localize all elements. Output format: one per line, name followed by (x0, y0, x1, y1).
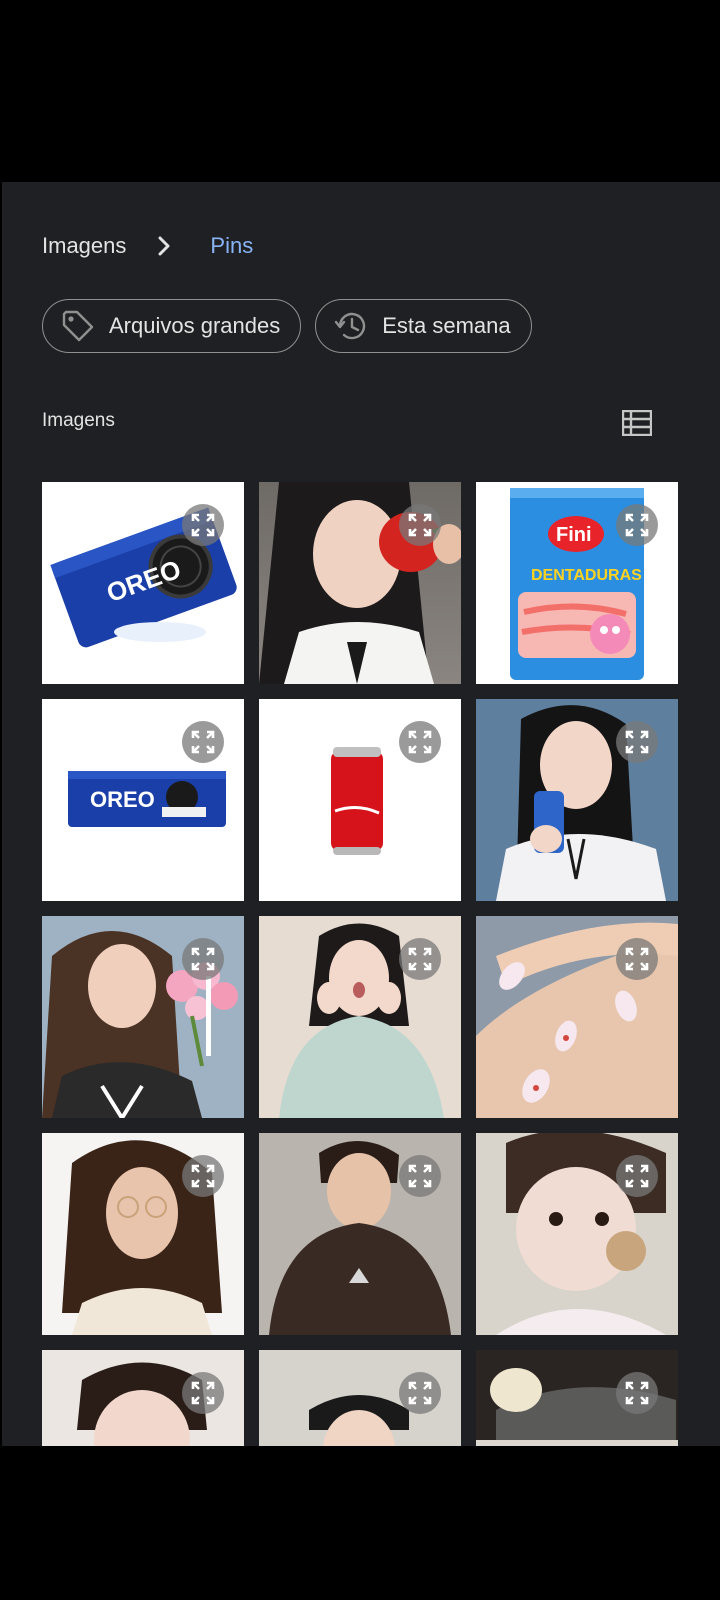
expand-icon[interactable] (616, 504, 658, 546)
list-view-icon[interactable] (620, 406, 654, 440)
image-tile[interactable] (476, 916, 678, 1118)
expand-icon[interactable] (182, 721, 224, 763)
expand-icon[interactable] (182, 1372, 224, 1414)
filter-chips: Arquivos grandes Esta semana (42, 299, 532, 353)
expand-icon[interactable] (399, 1372, 441, 1414)
breadcrumb-root[interactable]: Imagens (42, 233, 126, 259)
expand-icon[interactable] (399, 504, 441, 546)
breadcrumb: Imagens Pins (42, 228, 253, 264)
dentaduras-label: DENTADURAS (531, 567, 642, 584)
image-tile[interactable]: OREO (42, 699, 244, 901)
expand-icon[interactable] (616, 721, 658, 763)
coca-cola-label: Coca-Cola (382, 745, 397, 806)
section-title: Imagens (42, 410, 115, 431)
image-tile[interactable] (259, 916, 461, 1118)
image-tile[interactable] (42, 916, 244, 1118)
oreo-label: OREO (90, 787, 155, 812)
image-tile[interactable] (476, 699, 678, 901)
expand-icon[interactable] (616, 938, 658, 980)
filter-chip-label: Esta semana (382, 313, 511, 338)
image-tile[interactable]: OREO (42, 482, 244, 684)
image-tile[interactable] (259, 482, 461, 684)
history-icon (332, 307, 370, 345)
expand-icon[interactable] (399, 1155, 441, 1197)
breadcrumb-current[interactable]: Pins (210, 233, 253, 259)
image-tile[interactable] (259, 1133, 461, 1335)
image-tile[interactable] (42, 1133, 244, 1335)
chevron-right-icon (144, 228, 184, 264)
expand-icon[interactable] (616, 1155, 658, 1197)
image-grid: OREO Fini DENTADURAS OREO Coca-Cola (42, 482, 682, 1552)
expand-icon[interactable] (616, 1372, 658, 1414)
expand-icon[interactable] (399, 721, 441, 763)
image-tile[interactable] (476, 1133, 678, 1335)
image-tile[interactable]: Fini DENTADURAS (476, 482, 678, 684)
expand-icon[interactable] (182, 938, 224, 980)
filter-chip-large-files[interactable]: Arquivos grandes (42, 299, 302, 353)
filter-chip-label: Arquivos grandes (109, 313, 281, 338)
filter-chip-this-week[interactable]: Esta semana (315, 299, 532, 353)
tag-icon (59, 307, 97, 345)
fini-label: Fini (556, 524, 592, 546)
expand-icon[interactable] (182, 1155, 224, 1197)
image-tile[interactable]: Coca-Cola (259, 699, 461, 901)
expand-icon[interactable] (399, 938, 441, 980)
expand-icon[interactable] (182, 504, 224, 546)
bottom-black-area (0, 1446, 720, 1600)
